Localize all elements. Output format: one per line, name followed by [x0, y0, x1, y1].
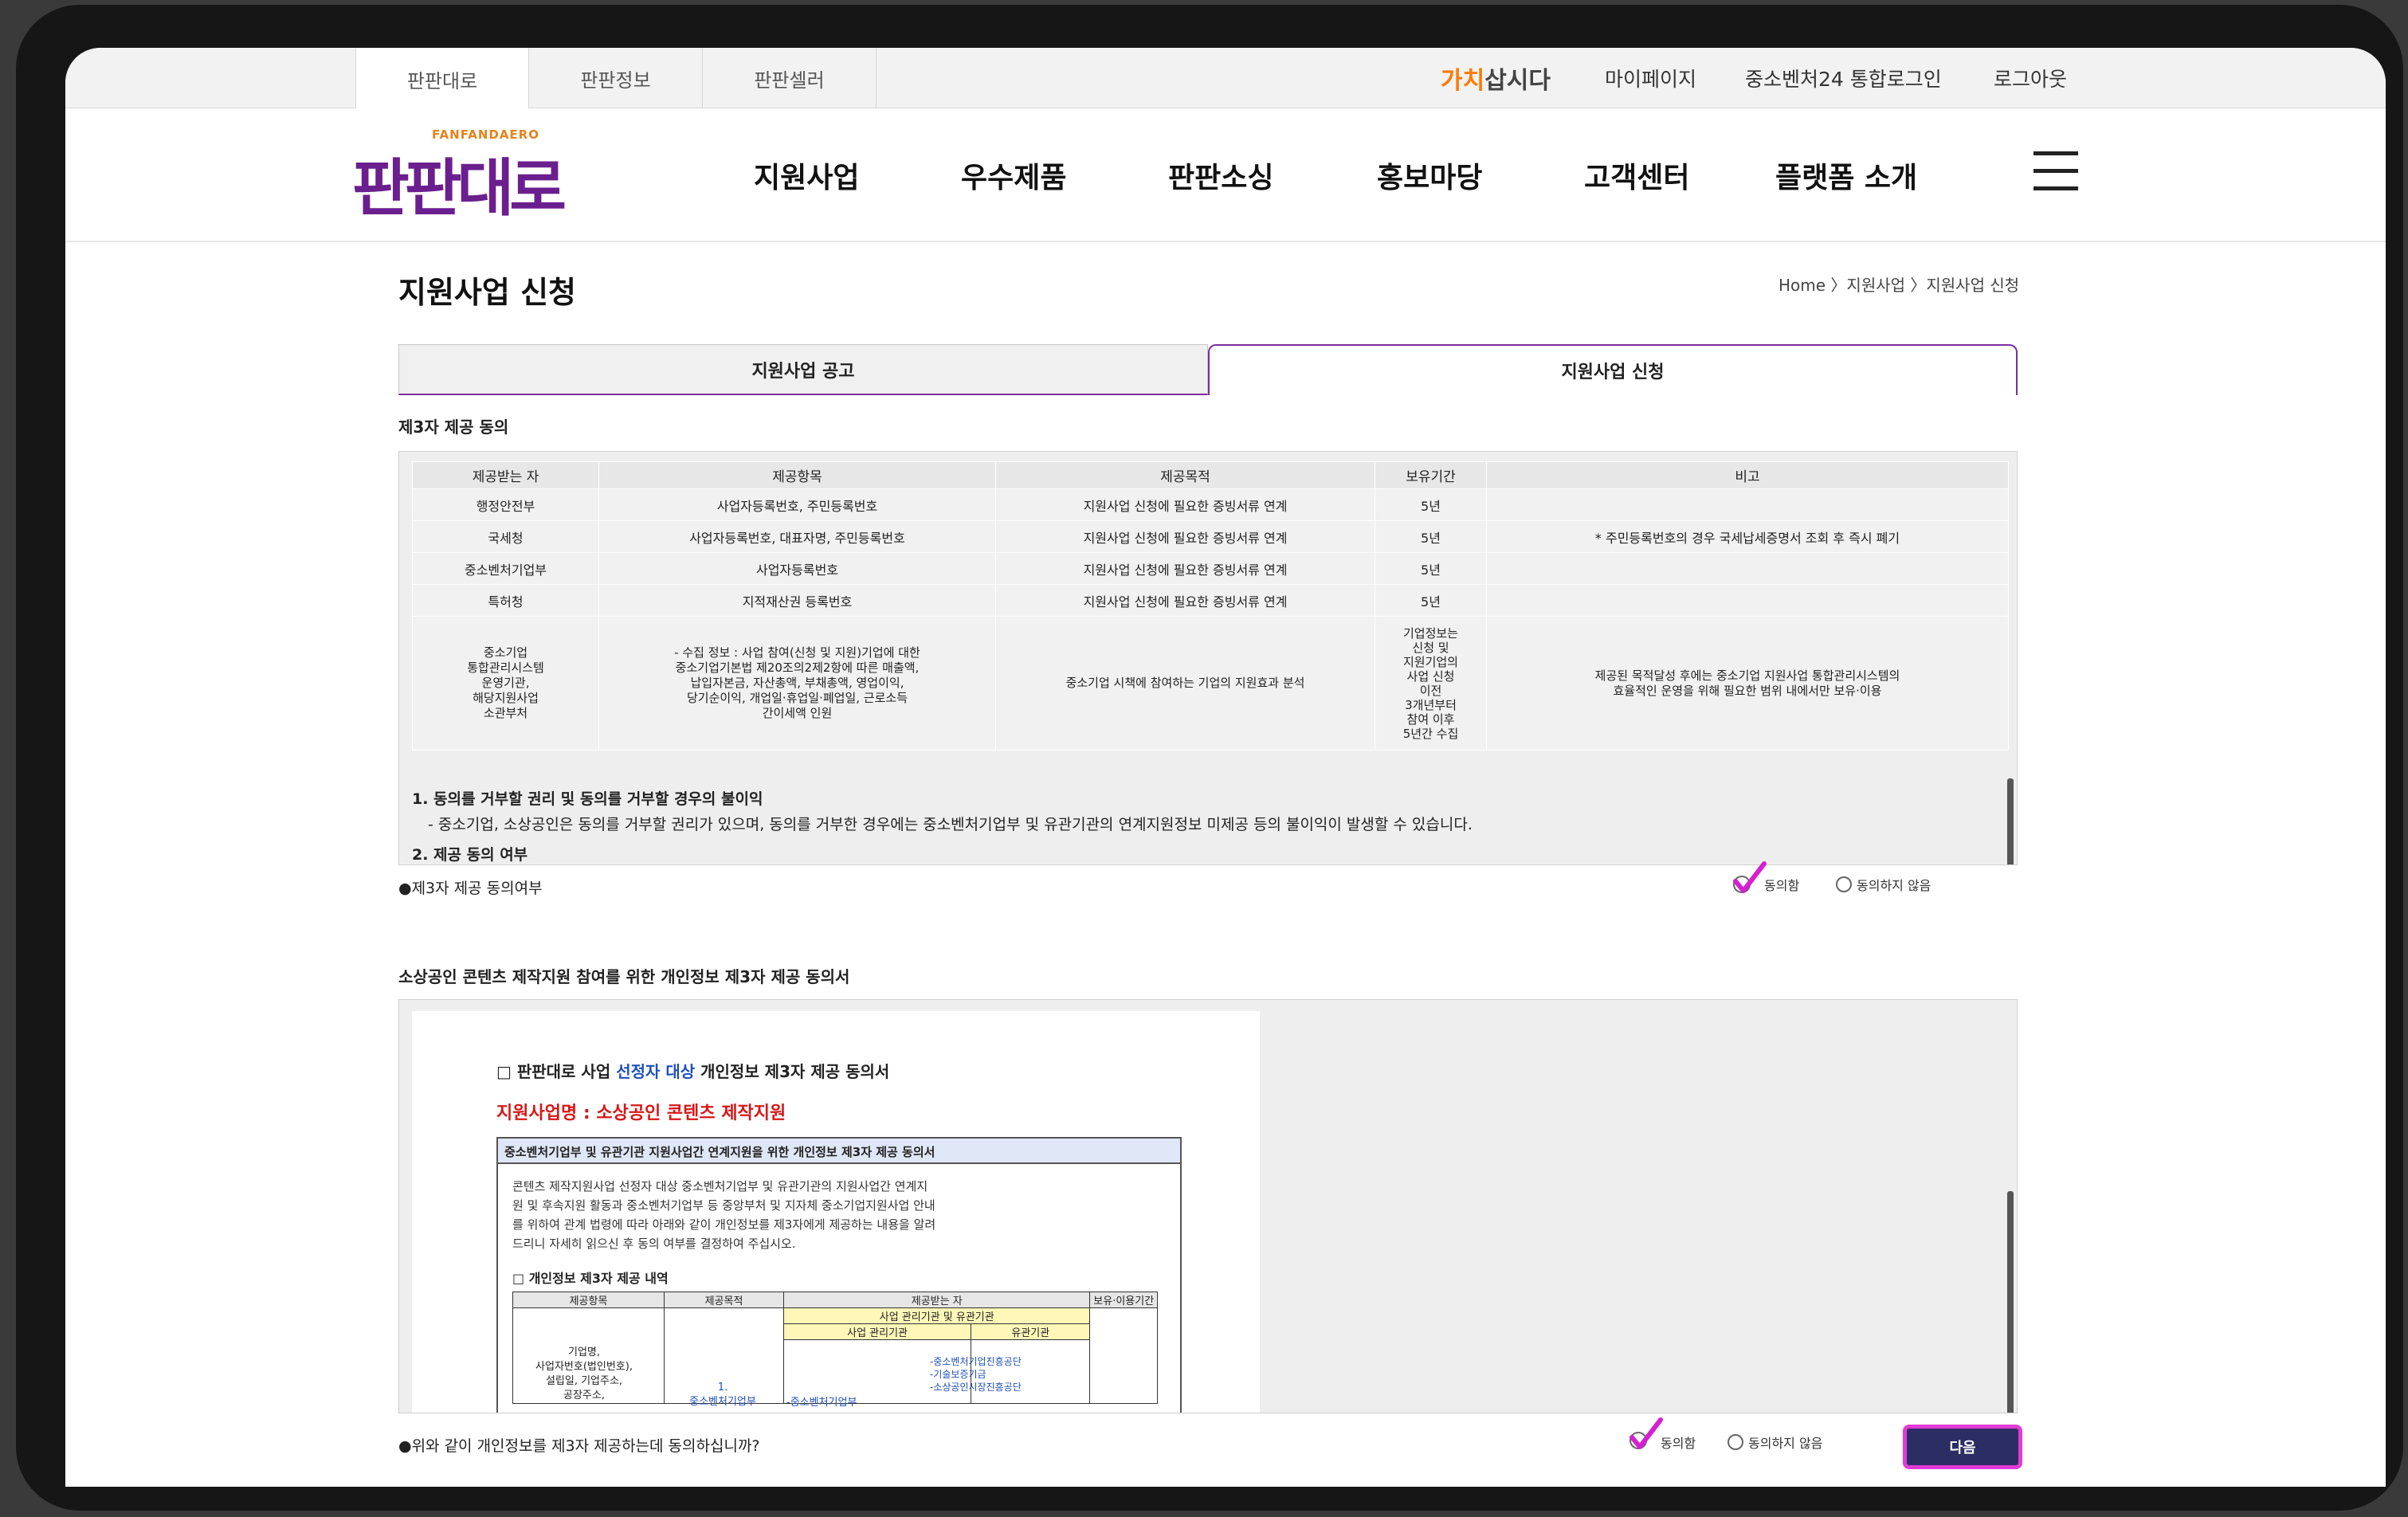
third-party-agree-radio[interactable]: 동의함 — [1764, 875, 1799, 894]
table-row: 중소벤처기업부 사업자등록번호 지원사업 신청에 필요한 증빙서류 연계 5년 — [412, 552, 2009, 585]
table-cell: 지원사업 신청에 필요한 증빙서류 연계 — [995, 584, 1375, 617]
consent-doc-agree-radio[interactable]: 동의함 — [1661, 1433, 1696, 1452]
third-party-disagree-radio[interactable]: 동의하지 않음 — [1836, 875, 1931, 894]
consent-doc-agree-question: ●위와 같이 개인정보를 제3자 제공하는데 동의하십니까? — [398, 1437, 760, 1455]
table-cell: 제공된 목적달성 후에는 중소기업 지원사업 통합관리시스템의 효율적인 운영을… — [1486, 616, 2009, 751]
browser-screen: 판판대로 판판정보 판판셀러 가치삽시다 마이페이지 중소벤처24 통합로그인 … — [65, 48, 2386, 1487]
table-header: 보유기간 — [1375, 461, 1487, 489]
cell-manager: -중소벤처기업부 — [786, 1397, 857, 1409]
site-logo[interactable]: FANFANDAERO 판판대로 — [352, 123, 583, 225]
third-party-table: 제공받는 자 제공항목 제공목적 보유기간 비고 행정안전부 사업자등록번호, … — [412, 461, 2009, 751]
cell-related: -중소벤처기업진흥공단 -기술보증기금 -소상공인시장진흥공단 — [930, 1356, 1022, 1393]
table-row: 중소기업 통합관리시스템 운영기관, 해당지원사업 소관부처 - 수집 정보 :… — [412, 616, 2009, 751]
consent-notes: 1. 동의를 거부할 권리 및 동의를 거부할 경우의 불이익 - 중소기업, … — [412, 790, 1473, 864]
checkmark-icon[interactable] — [1629, 1417, 1664, 1452]
table-cell: 기업정보는 신청 및 지원기업의 사업 신청 이전 3개년부터 참여 이후 5년… — [1375, 616, 1487, 751]
table-cell: 5년 — [1375, 584, 1487, 617]
scrollbar-thumb[interactable] — [2007, 1191, 2014, 1413]
radio-circle-icon — [1728, 1434, 1743, 1450]
table-header: 비고 — [1486, 461, 2009, 489]
gachi-logo[interactable]: 가치삽시다 — [1441, 61, 1551, 96]
table-cell: 중소벤처기업부 — [412, 552, 599, 585]
tab-program-notice[interactable]: 지원사업 공고 — [398, 344, 1208, 395]
consent-doc-scroll-box[interactable]: □ 판판대로 사업 선정자 대상 개인정보 제3자 제공 동의서 지원사업명 :… — [398, 999, 2018, 1413]
consent-doc-section-title: 소상공인 콘텐츠 제작지원 참여를 위한 개인정보 제3자 제공 동의서 — [398, 967, 850, 986]
table-header: 제공받는 자 — [412, 461, 599, 489]
table-cell: 지적재산권 등록번호 — [598, 584, 996, 617]
table-cell — [1486, 488, 2009, 521]
table-cell: 중소기업 시책에 참여하는 기업의 지원효과 분석 — [995, 616, 1375, 751]
third-party-section-title: 제3자 제공 동의 — [398, 417, 509, 437]
table-row: 특허청 지적재산권 등록번호 지원사업 신청에 필요한 증빙서류 연계 5년 — [412, 584, 2009, 617]
hamburger-menu-icon[interactable] — [2033, 151, 2078, 191]
nav-excellent-products[interactable]: 우수제품 — [961, 155, 1066, 196]
main-header: FANFANDAERO 판판대로 지원사업 우수제품 판판소싱 홍보마당 고객센… — [65, 108, 2386, 242]
doc-title: □ 판판대로 사업 선정자 대상 개인정보 제3자 제공 동의서 — [496, 1062, 890, 1081]
table-cell: 지원사업 신청에 필요한 증빙서류 연계 — [995, 520, 1375, 553]
nav-platform-intro[interactable]: 플랫폼 소개 — [1775, 155, 1917, 196]
table-cell: * 주민등록번호의 경우 국세납세증명서 조회 후 즉시 폐기 — [1486, 520, 2009, 553]
table-cell: - 수집 정보 : 사업 참여(신청 및 지원)기업에 대한 중소기업기본법 제… — [598, 616, 996, 751]
table-cell: 사업자등록번호, 대표자명, 주민등록번호 — [598, 520, 996, 553]
table-cell — [1486, 552, 2009, 585]
table-cell: 5년 — [1375, 552, 1487, 585]
table-header: 제공항목 — [598, 461, 996, 489]
nav-customer-center[interactable]: 고객센터 — [1584, 155, 1689, 196]
tab-program-apply[interactable]: 지원사업 신청 — [1208, 344, 2018, 395]
consent-doc-page: □ 판판대로 사업 선정자 대상 개인정보 제3자 제공 동의서 지원사업명 :… — [412, 1011, 1260, 1413]
top-tab-fanfan-info[interactable]: 판판정보 — [529, 48, 703, 108]
third-party-agree-question: ●제3자 제공 동의여부 — [398, 880, 543, 897]
table-cell: 5년 — [1375, 520, 1487, 553]
table-header: 제공목적 — [995, 461, 1375, 489]
checkmark-icon[interactable] — [1732, 860, 1767, 896]
mypage-link[interactable]: 마이페이지 — [1605, 64, 1696, 92]
cell-items: 기업명, 사업자번호(법인번호), 설립일, 기업주소, 공장주소, — [535, 1346, 633, 1401]
top-tab-fanfan-seller[interactable]: 판판셀러 — [703, 48, 877, 108]
table-cell: 특허청 — [412, 584, 599, 617]
scrollbar-thumb[interactable] — [2007, 778, 2014, 864]
consent-doc-disagree-radio[interactable]: 동의하지 않음 — [1728, 1433, 1822, 1452]
cell-purpose: 1. 중소벤처기업부 — [689, 1382, 756, 1408]
integrated-login-link[interactable]: 중소벤처24 통합로그인 — [1745, 64, 1942, 92]
logout-link[interactable]: 로그아웃 — [1994, 64, 2067, 92]
radio-circle-icon — [1836, 876, 1852, 892]
table-cell: 5년 — [1375, 488, 1487, 521]
nav-promotion[interactable]: 홍보마당 — [1377, 155, 1482, 196]
table-cell: 지원사업 신청에 필요한 증빙서류 연계 — [995, 488, 1375, 521]
table-cell: 사업자등록번호, 주민등록번호 — [598, 488, 996, 521]
page-title: 지원사업 신청 — [398, 275, 576, 310]
breadcrumb: Home 〉지원사업 〉지원사업 신청 — [1779, 276, 2020, 295]
table-cell: 사업자등록번호 — [598, 552, 996, 585]
table-cell: 국세청 — [412, 520, 599, 553]
table-row: 행정안전부 사업자등록번호, 주민등록번호 지원사업 신청에 필요한 증빙서류 … — [412, 488, 2009, 521]
next-button[interactable]: 다음 — [1903, 1425, 2022, 1469]
table-row: 국세청 사업자등록번호, 대표자명, 주민등록번호 지원사업 신청에 필요한 증… — [412, 520, 2009, 553]
table-cell: 중소기업 통합관리시스템 운영기관, 해당지원사업 소관부처 — [412, 616, 599, 751]
top-tab-fanfandaero[interactable]: 판판대로 — [355, 48, 529, 110]
nav-sourcing[interactable]: 판판소싱 — [1168, 155, 1273, 196]
table-cell — [1486, 584, 2009, 617]
nav-support-programs[interactable]: 지원사업 — [754, 155, 859, 196]
third-party-scroll-box[interactable]: 제공받는 자 제공항목 제공목적 보유기간 비고 행정안전부 사업자등록번호, … — [398, 451, 2018, 865]
table-cell: 지원사업 신청에 필요한 증빙서류 연계 — [995, 552, 1375, 585]
utility-bar: 판판대로 판판정보 판판셀러 가치삽시다 마이페이지 중소벤처24 통합로그인 … — [65, 48, 2386, 110]
program-name: 지원사업명 : 소상공인 콘텐츠 제작지원 — [496, 1103, 786, 1123]
table-cell: 행정안전부 — [412, 488, 599, 521]
